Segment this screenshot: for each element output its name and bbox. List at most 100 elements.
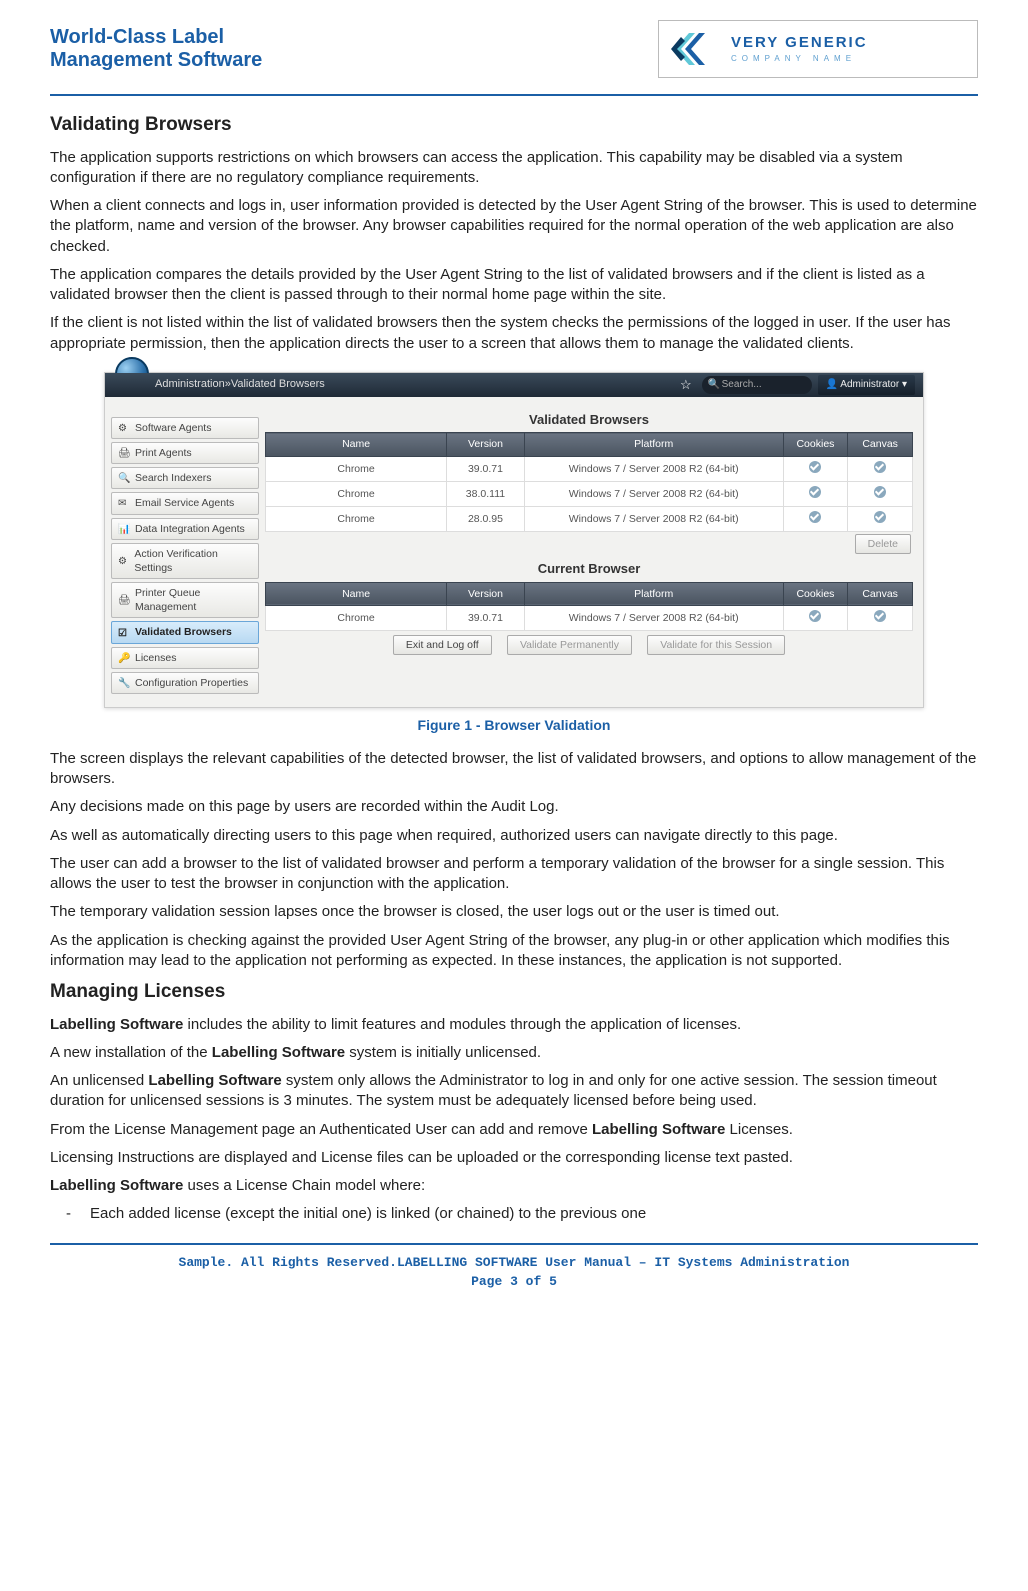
check-icon — [809, 610, 821, 622]
nav-icon: 🖨 — [118, 447, 130, 459]
body-paragraph: If the client is not listed within the l… — [50, 313, 978, 354]
body-paragraph: A new installation of the Labelling Soft… — [50, 1043, 978, 1063]
sidebar-nav: ⚙ Software Agents 🖨 Print Agents 🔍Search Ind… — [105, 397, 265, 707]
search-placeholder: Search... — [722, 379, 762, 390]
sidebar-item-label: Print Agents — [135, 446, 192, 460]
nav-icon: 🔑 — [118, 652, 130, 664]
nav-icon: ⚙ — [118, 555, 129, 567]
table-cell: Chrome — [266, 456, 447, 481]
column-header[interactable]: Platform — [524, 433, 783, 456]
screenshot-app-window: Administration » Validated Browsers ☆ 🔍 … — [104, 372, 924, 708]
user-menu-button[interactable]: 👤 Administrator ▾ — [818, 375, 915, 395]
sidebar-item-label: Search Indexers — [135, 471, 211, 485]
column-header[interactable]: Canvas — [848, 433, 913, 456]
table-row[interactable]: Chrome28.0.95Windows 7 / Server 2008 R2 … — [266, 506, 913, 531]
page-footer: Sample. All Rights Reserved.LABELLING SO… — [50, 1253, 978, 1292]
sidebar-item-print-agents[interactable]: 🖨 Print Agents — [111, 442, 259, 464]
table-cell: 28.0.95 — [447, 506, 525, 531]
sidebar-item-validated-browsers[interactable]: ☑Validated Browsers — [111, 621, 259, 643]
sidebar-item-data-integration-agents[interactable]: 📊Data Integration Agents — [111, 518, 259, 540]
company-logo: VERY GENERIC COMPANY NAME — [658, 20, 978, 78]
body-paragraph: Any decisions made on this page by users… — [50, 797, 978, 817]
validate-session-button[interactable]: Validate for this Session — [647, 635, 785, 655]
table-cell: 38.0.111 — [447, 481, 525, 506]
logo-chevrons-icon — [671, 29, 721, 69]
column-header[interactable]: Version — [447, 582, 525, 605]
sidebar-item-printer-queue-management[interactable]: 🖨Printer Queue Management — [111, 582, 259, 618]
nav-icon: 🖨 — [118, 594, 130, 606]
table-cell: Windows 7 / Server 2008 R2 (64-bit) — [524, 506, 783, 531]
body-paragraph: From the License Management page an Auth… — [50, 1120, 978, 1140]
check-icon — [809, 486, 821, 498]
sidebar-item-action-verification-settings[interactable]: ⚙Action Verification Settings — [111, 543, 259, 579]
column-header[interactable]: Cookies — [783, 582, 848, 605]
sidebar-item-search-indexers[interactable]: 🔍Search Indexers — [111, 467, 259, 489]
sidebar-item-label: Data Integration Agents — [135, 522, 245, 536]
sidebar-item-email-service-agents[interactable]: ✉Email Service Agents — [111, 492, 259, 514]
heading-managing-licenses: Managing Licenses — [50, 979, 978, 1005]
brand-line-2: Management Software — [50, 49, 262, 71]
table-cell-check — [848, 506, 913, 531]
column-header[interactable]: Version — [447, 433, 525, 456]
column-header[interactable]: Canvas — [848, 582, 913, 605]
column-header[interactable]: Platform — [524, 582, 783, 605]
sidebar-item-label: Email Service Agents — [135, 496, 234, 510]
figure-caption: Figure 1 - Browser Validation — [50, 716, 978, 735]
brand-title: World-Class Label Management Software — [50, 26, 262, 72]
check-icon — [874, 461, 886, 473]
license-chain-list: Each added license (except the initial o… — [50, 1204, 978, 1224]
sidebar-item-configuration-properties[interactable]: 🔧Configuration Properties — [111, 672, 259, 694]
check-icon — [809, 461, 821, 473]
logo-text-main: VERY GENERIC — [731, 33, 965, 53]
table-cell: Chrome — [266, 506, 447, 531]
table-row[interactable]: Chrome39.0.71Windows 7 / Server 2008 R2 … — [266, 456, 913, 481]
check-icon — [809, 511, 821, 523]
body-paragraph: The temporary validation session lapses … — [50, 902, 978, 922]
table-cell: Chrome — [266, 481, 447, 506]
panel-title-validated: Validated Browsers — [265, 411, 913, 429]
table-cell: Windows 7 / Server 2008 R2 (64-bit) — [524, 606, 783, 631]
validate-permanently-button[interactable]: Validate Permanently — [507, 635, 632, 655]
nav-icon: ☑ — [118, 627, 130, 639]
sidebar-item-label: Configuration Properties — [135, 676, 248, 690]
table-cell-check — [783, 506, 848, 531]
check-icon — [874, 610, 886, 622]
exit-logoff-button[interactable]: Exit and Log off — [393, 635, 492, 655]
list-item: Each added license (except the initial o… — [90, 1204, 978, 1224]
column-header[interactable]: Cookies — [783, 433, 848, 456]
heading-validating-browsers: Validating Browsers — [50, 112, 978, 138]
search-input[interactable]: 🔍 Search... — [702, 376, 812, 394]
check-icon — [874, 486, 886, 498]
breadcrumb-admin[interactable]: Administration — [155, 377, 225, 392]
table-cell-check — [783, 481, 848, 506]
table-row[interactable]: Chrome38.0.111Windows 7 / Server 2008 R2… — [266, 481, 913, 506]
table-cell-check — [848, 456, 913, 481]
table-row[interactable]: Chrome39.0.71Windows 7 / Server 2008 R2 … — [266, 606, 913, 631]
main-content-panel: Validated Browsers NameVersionPlatformCo… — [265, 397, 923, 707]
footer-divider — [50, 1243, 978, 1245]
body-paragraph: The user can add a browser to the list o… — [50, 854, 978, 895]
header-divider — [50, 94, 978, 96]
body-paragraph: The application compares the details pro… — [50, 265, 978, 306]
sidebar-item-licenses[interactable]: 🔑Licenses — [111, 647, 259, 669]
table-cell-check — [848, 481, 913, 506]
table-cell: 39.0.71 — [447, 456, 525, 481]
current-browser-table: NameVersionPlatformCookiesCanvas Chrome3… — [265, 582, 913, 631]
search-icon: 🔍 — [708, 378, 720, 392]
body-paragraph: The application supports restrictions on… — [50, 148, 978, 189]
body-paragraph: The screen displays the relevant capabil… — [50, 749, 978, 790]
table-cell: Windows 7 / Server 2008 R2 (64-bit) — [524, 456, 783, 481]
delete-button[interactable]: Delete — [855, 534, 911, 554]
column-header[interactable]: Name — [266, 582, 447, 605]
check-icon — [874, 511, 886, 523]
body-paragraph: When a client connects and logs in, user… — [50, 196, 978, 257]
nav-icon: ⚙ — [118, 422, 130, 434]
sidebar-item-software-agents[interactable]: ⚙ Software Agents — [111, 417, 259, 439]
user-icon: 👤 — [826, 379, 838, 390]
table-cell-check — [783, 456, 848, 481]
column-header[interactable]: Name — [266, 433, 447, 456]
sidebar-item-label: Software Agents — [135, 421, 211, 435]
favorite-star-icon[interactable]: ☆ — [680, 376, 692, 394]
page-header: World-Class Label Management Software VE… — [50, 20, 978, 88]
table-cell-check — [848, 606, 913, 631]
